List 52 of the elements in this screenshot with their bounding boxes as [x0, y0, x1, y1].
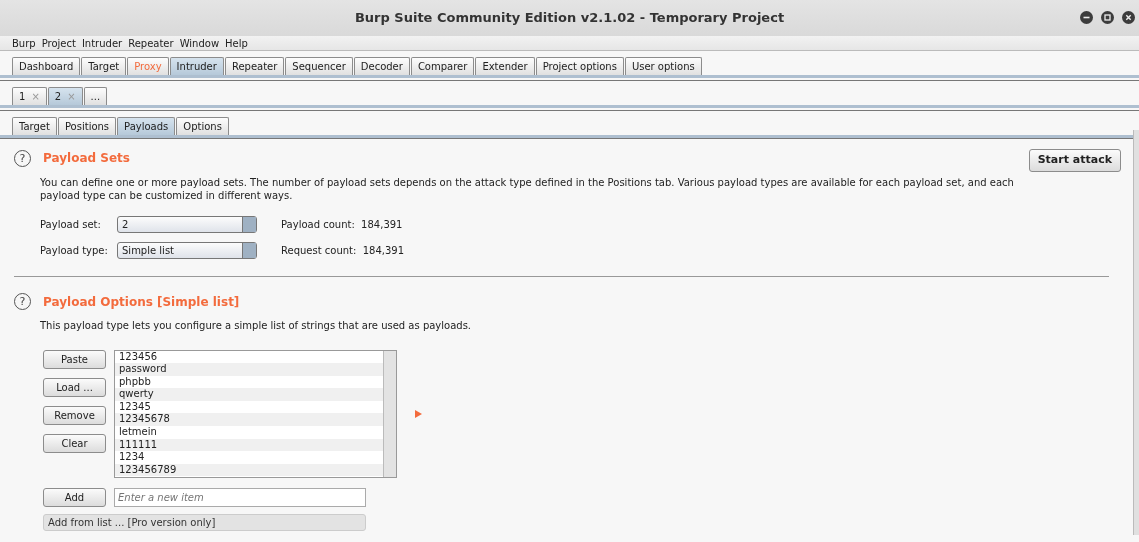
menu-item[interactable]: Burp — [12, 35, 36, 51]
section-title: Payload Sets — [43, 150, 130, 167]
field-label: Payload set: — [40, 217, 102, 232]
tab[interactable]: Positions — [57, 117, 117, 135]
list-item[interactable]: 12345678 — [115, 413, 383, 427]
tab[interactable]: 2 × — [47, 87, 83, 105]
tab[interactable]: Decoder — [353, 57, 410, 75]
count-label: Payload count: 184,391 — [281, 217, 403, 232]
tab[interactable]: Repeater — [224, 57, 285, 75]
list-item[interactable]: 123456789 — [115, 463, 383, 477]
tab[interactable]: Dashboard — [12, 57, 81, 75]
list-item[interactable]: 1234 — [115, 451, 383, 464]
menu-item[interactable]: Help — [225, 35, 248, 51]
list-item[interactable]: password — [115, 363, 383, 376]
tab[interactable]: Comparer — [410, 57, 475, 75]
section-title: Payload Options [Simple list] — [43, 293, 240, 311]
tab[interactable]: 1 × — [12, 87, 47, 105]
field-label: Payload type: — [40, 243, 109, 258]
tab[interactable]: Intruder — [169, 57, 224, 75]
list-button[interactable]: Paste — [43, 349, 106, 369]
tab[interactable]: ... — [83, 87, 108, 105]
tab[interactable]: Target — [12, 117, 57, 135]
list-item[interactable]: letmein — [115, 426, 383, 439]
count-label: Request count: 184,391 — [281, 243, 405, 258]
dropdown: Add from list ... [Pro version only] — [43, 513, 366, 531]
tab[interactable]: Sequencer — [285, 57, 353, 75]
tab[interactable]: Extender — [475, 57, 535, 75]
list-item[interactable]: 12345 — [115, 400, 383, 414]
tab[interactable]: Payloads — [117, 117, 176, 135]
list-button[interactable]: Clear — [43, 433, 106, 453]
list-item[interactable]: phpbb — [115, 375, 383, 389]
list-item[interactable]: 111111 — [115, 438, 383, 452]
list-button[interactable]: Load ... — [43, 377, 106, 397]
tab[interactable]: User options — [624, 57, 702, 75]
menu-item[interactable]: Project — [41, 35, 76, 51]
tab[interactable]: Project options — [535, 57, 624, 75]
dropdown[interactable]: Simple list — [117, 241, 257, 259]
start-attack-button[interactable]: Start attack — [1028, 149, 1121, 172]
tab[interactable]: Target — [81, 57, 127, 75]
description: You can define one or more payload sets. The number of payload sets depends on the attack type defined in the Positions tab. Various payload types are available for each payload set, and each payload type can be customized in different ways. — [40, 175, 1015, 202]
list-item[interactable]: 123456 — [115, 350, 383, 364]
menu-item[interactable]: Intruder — [81, 35, 123, 51]
tab[interactable]: Options — [176, 117, 229, 135]
list-button[interactable]: Remove — [43, 405, 106, 425]
dropdown[interactable]: 2 — [117, 215, 257, 233]
add-button[interactable]: Add — [43, 487, 106, 507]
menu-item[interactable]: Window — [179, 35, 220, 51]
list-item[interactable]: qwerty — [115, 388, 383, 401]
description: This payload type lets you configure a simple list of strings that are used as payloads. — [40, 318, 473, 333]
new-item-field[interactable]: Enter a new item — [114, 487, 366, 507]
window-title: Burp Suite Community Edition v2.1.02 - Temporary Project — [354, 9, 785, 28]
menu-item[interactable]: Repeater — [128, 35, 174, 51]
